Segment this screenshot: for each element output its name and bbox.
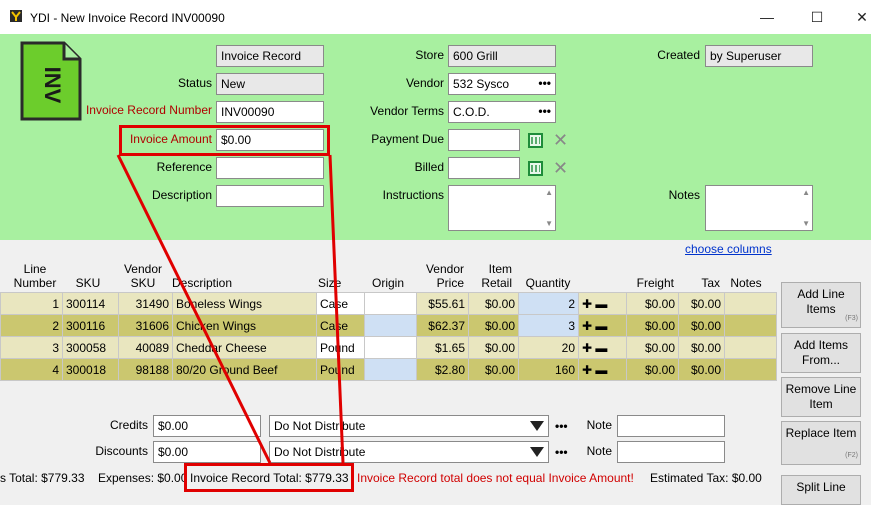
annotation-connector: [116, 154, 345, 464]
